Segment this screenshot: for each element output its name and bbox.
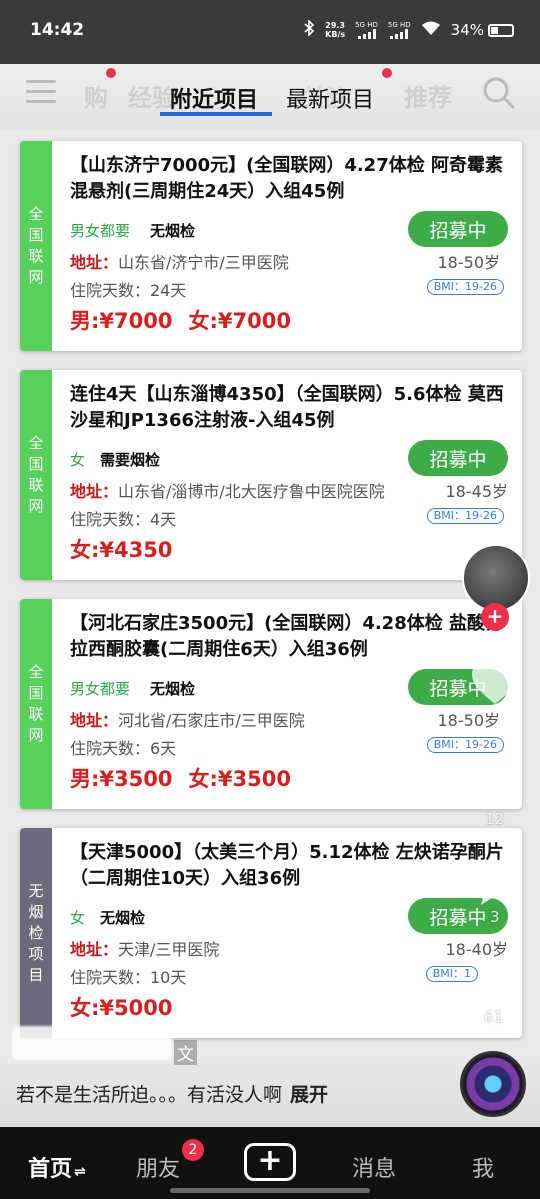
smoke-check-label: 无烟检 xyxy=(150,222,196,240)
recruit-status-button[interactable]: 招募中 xyxy=(408,440,508,476)
stay-days: 住院天数：6天 xyxy=(70,739,177,758)
like-heart-icon[interactable] xyxy=(470,660,520,710)
age-range: 18-50岁 xyxy=(437,253,501,272)
music-disc-icon[interactable] xyxy=(460,1051,526,1117)
favorite-star-icon[interactable] xyxy=(470,860,520,912)
card-tag: 全国联网 xyxy=(20,599,52,809)
active-tab-underline xyxy=(160,112,272,116)
search-icon[interactable] xyxy=(482,76,516,110)
refresh-swap-icon: ⇌ xyxy=(74,1164,86,1180)
nav-home[interactable]: 首页 ⇌ xyxy=(28,1151,86,1183)
wifi-icon xyxy=(421,20,441,40)
share-arrow-icon[interactable] xyxy=(470,955,522,1005)
signal-bars-icon xyxy=(390,29,409,39)
comment-count: 12 xyxy=(485,810,505,828)
nav-me[interactable]: 我 xyxy=(472,1151,494,1183)
menu-icon[interactable] xyxy=(26,80,56,106)
signal-sim2: 5G HD xyxy=(388,21,411,39)
price: 女:¥5000 xyxy=(70,996,173,1020)
card-title: 【河北石家庄3500元】(全国联网）4.28体检 盐酸齐拉西酮胶囊(二周期住6天… xyxy=(70,613,503,660)
price: 男:¥7000 女:¥7000 xyxy=(70,309,291,333)
card-tag: 全国联网 xyxy=(20,141,52,351)
stay-days: 住院天数：24天 xyxy=(70,281,187,300)
address: 地址：河北省/石家庄市/三甲医院 xyxy=(70,711,305,730)
home-indicator[interactable] xyxy=(170,1188,370,1193)
notification-dot xyxy=(382,68,392,78)
author-name-tail: 文 xyxy=(174,1040,197,1065)
card-title: 连住4天【山东淄博4350】（全国联网）5.6体检 莫西沙星和JP1366注射液… xyxy=(70,384,504,431)
card-title: 【山东济宁7000元】(全国联网）4.27体检 阿奇霉素混悬剂(三周期住24天）… xyxy=(70,155,504,202)
expand-link[interactable]: 展开 xyxy=(290,1084,328,1106)
project-card[interactable]: 全国联网 连住4天【山东淄博4350】（全国联网）5.6体检 莫西沙星和JP13… xyxy=(20,370,522,580)
notification-dot xyxy=(106,68,116,78)
address: 地址：山东省/淄博市/北大医疗鲁中医院医院 xyxy=(70,482,385,501)
battery-icon xyxy=(488,23,514,37)
card-title: 【天津5000】（太美三个月）5.12体检 左炔诺孕酮片（二周期住10天）入组3… xyxy=(70,842,504,889)
ghost-tab[interactable]: 经验 xyxy=(128,78,176,113)
smoke-check-label: 无烟检 xyxy=(100,909,146,927)
bluetooth-icon xyxy=(303,19,315,40)
status-bar: 14:42 29.3 KB/s 5G HD 5G HD 34% xyxy=(0,0,540,64)
signal-bars-icon xyxy=(357,29,376,39)
friends-badge: 2 xyxy=(182,1139,204,1161)
author-avatar[interactable] xyxy=(462,544,530,612)
share-count: 61 xyxy=(484,1008,504,1026)
price: 女:¥4350 xyxy=(70,538,173,562)
status-time: 14:42 xyxy=(30,20,85,40)
tab-nearby[interactable]: 附近项目 xyxy=(170,82,258,114)
card-tag: 全国联网 xyxy=(20,370,52,580)
gender-label: 女 xyxy=(70,451,86,469)
signal-sim1: 5G HD xyxy=(355,21,378,39)
recruit-status-button[interactable]: 招募中 xyxy=(408,211,508,247)
nav-messages[interactable]: 消息 xyxy=(352,1151,396,1183)
price: 男:¥3500 女:¥3500 xyxy=(70,767,291,791)
nav-friends[interactable]: 朋友 xyxy=(136,1151,180,1183)
stay-days: 住院天数：4天 xyxy=(70,510,177,529)
gender-label: 女 xyxy=(70,909,86,927)
age-range: 18-50岁 xyxy=(437,711,501,730)
tab-latest[interactable]: 最新项目 xyxy=(286,82,374,114)
bmi-badge: BMI：19-26 xyxy=(426,279,504,295)
address: 地址：山东省/济宁市/三甲医院 xyxy=(70,253,289,272)
author-name-blurred[interactable] xyxy=(12,1026,172,1060)
ghost-tab[interactable]: 购 xyxy=(84,78,108,113)
top-nav: 购 经验 关注 推荐 附近项目 最新项目 xyxy=(0,64,540,130)
gender-label: 男女都要 xyxy=(70,680,131,698)
smoke-check-label: 需要烟检 xyxy=(100,451,161,469)
bmi-badge: BMI：19-26 xyxy=(426,737,504,753)
video-caption: 若不是生活所迫。。。有活没人啊 展开 xyxy=(16,1084,329,1106)
create-plus-button[interactable]: + xyxy=(244,1143,296,1181)
project-card[interactable]: 无烟检项目 【天津5000】（太美三个月）5.12体检 左炔诺孕酮片（二周期住1… xyxy=(20,828,522,1038)
net-speed: 29.3 KB/s xyxy=(325,21,346,39)
card-tag: 无烟检项目 xyxy=(20,828,52,1038)
stay-days: 住院天数：10天 xyxy=(70,968,187,987)
smoke-check-label: 无烟检 xyxy=(150,680,196,698)
ghost-tab[interactable]: 推荐 xyxy=(404,78,452,113)
battery: 34% xyxy=(451,21,514,39)
bmi-badge: BMI：19-26 xyxy=(426,508,504,524)
status-icons: 29.3 KB/s 5G HD 5G HD 34% xyxy=(303,19,514,40)
follow-button[interactable]: + xyxy=(481,603,509,631)
favorite-count: 3 xyxy=(490,908,500,926)
project-card[interactable]: 全国联网 【山东济宁7000元】(全国联网）4.27体检 阿奇霉素混悬剂(三周期… xyxy=(20,141,522,351)
comment-icon[interactable] xyxy=(472,760,518,806)
project-card[interactable]: 全国联网 【河北石家庄3500元】(全国联网）4.28体检 盐酸齐拉西酮胶囊(二… xyxy=(20,599,522,809)
address: 地址：天津/三甲医院 xyxy=(70,940,220,959)
age-range: 18-45岁 xyxy=(445,482,509,501)
gender-label: 男女都要 xyxy=(70,222,131,240)
